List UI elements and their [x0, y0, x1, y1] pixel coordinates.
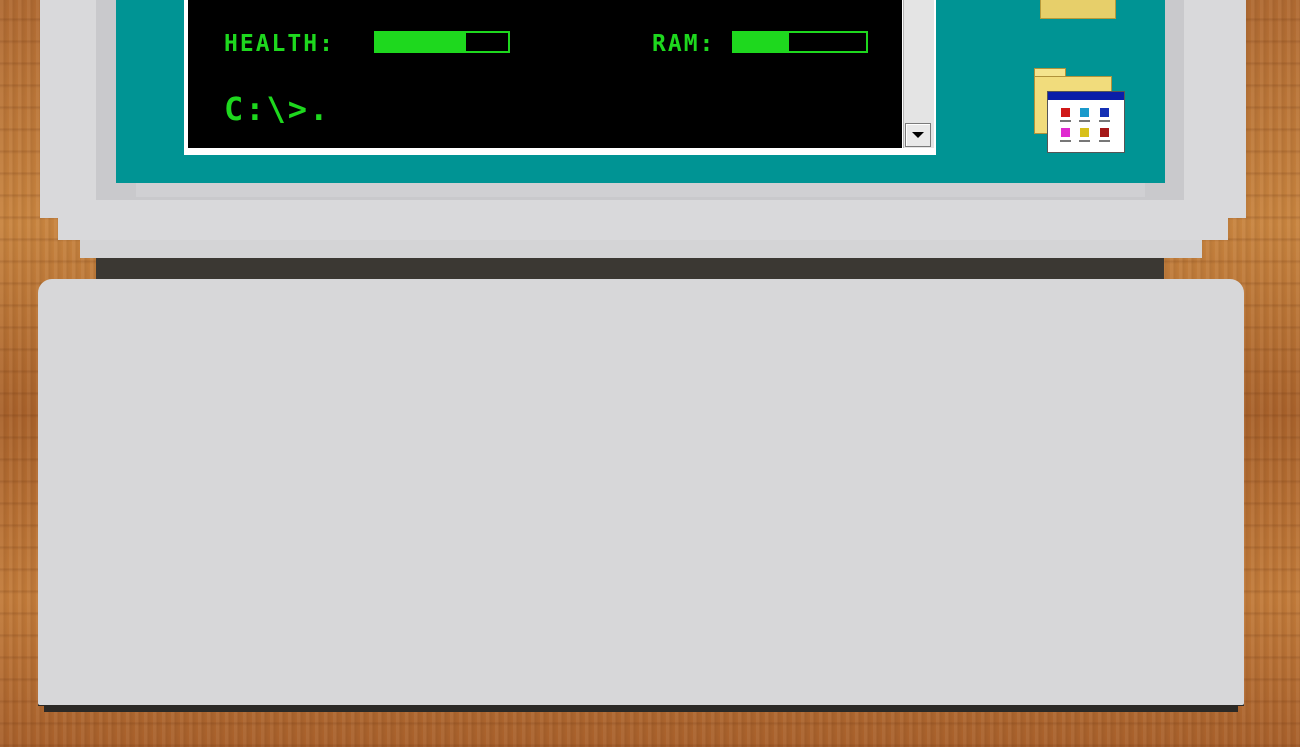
keyboard-tray	[38, 279, 1244, 705]
monitor-shadow	[96, 258, 1164, 280]
app-icon-magenta	[1061, 128, 1070, 137]
app-label-line	[1099, 120, 1110, 122]
screen-lip	[136, 183, 1145, 197]
app-icon-red	[1061, 108, 1070, 117]
app-icon-yellow	[1080, 128, 1089, 137]
health-bar	[374, 31, 510, 53]
folder-icon[interactable]	[1040, 0, 1116, 19]
window-titlebar	[1048, 92, 1124, 100]
app-icon-darkred	[1100, 128, 1109, 137]
monitor-step	[80, 240, 1202, 258]
program-window-icon	[1047, 91, 1125, 153]
app-label-line	[1079, 140, 1090, 142]
scroll-down-button[interactable]	[905, 123, 931, 147]
app-icon-navy	[1100, 108, 1109, 117]
ram-label: RAM:	[652, 31, 716, 57]
monitor-step	[58, 218, 1228, 240]
app-label-line	[1079, 120, 1090, 122]
health-label: HEALTH:	[224, 31, 335, 57]
app-label-line	[1060, 120, 1071, 122]
ram-bar-fill	[734, 33, 790, 51]
app-icon-blue	[1080, 108, 1089, 117]
ram-bar	[732, 31, 868, 53]
app-label-line	[1099, 140, 1110, 142]
health-bar-fill	[376, 33, 466, 51]
arrow-down-icon	[912, 132, 924, 138]
command-prompt[interactable]: C:\>.	[224, 90, 330, 128]
app-label-line	[1060, 140, 1071, 142]
